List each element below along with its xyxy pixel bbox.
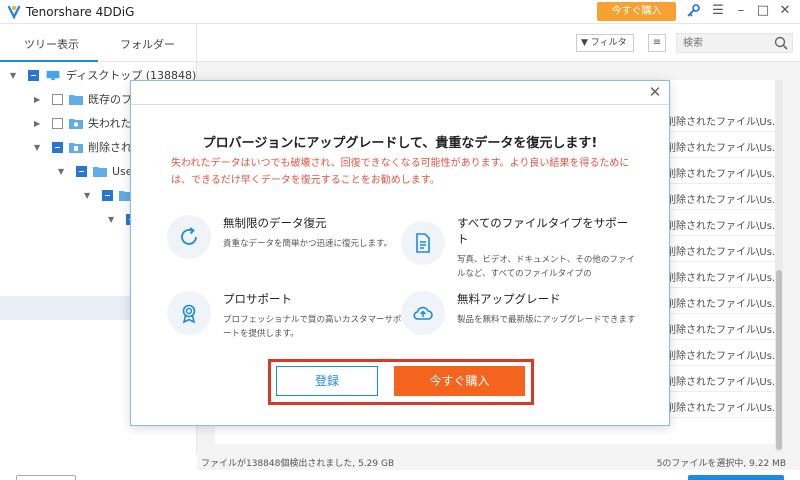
status-found: ファイルが138848個検出されました, 5.29 GB [201, 459, 395, 469]
feature-free-upgrade: 無料アップグレード 製品を無料で最新版にアップグレードできます [401, 291, 636, 351]
search-icon[interactable] [774, 36, 788, 50]
dialog-warning: 失われたデータはいつでも破壊され、回復できなくなる可能性があります。より良い結果… [171, 158, 630, 186]
feature-title: 無料アップグレード [457, 292, 561, 306]
filter-button[interactable]: ▼ フィルタ [576, 34, 634, 52]
search-box [676, 33, 793, 53]
app-logo-icon [7, 5, 21, 20]
refresh-icon [181, 227, 197, 245]
upgrade-dialog: ✕ プロバージョンにアップグレードして、貴重なデータを復元します! 失われたデー… [130, 80, 670, 426]
status-bar: ファイルが138848個検出されました, 5.29 GB 5のファイルを選択中,… [197, 454, 800, 470]
feature-all-file-types: すべてのファイルタイプをサポート 写真、ビデオ、ドキュメント、その他のファイルな… [401, 215, 635, 279]
feature-unlimited-recovery: 無制限のデータ復元 貴重なデータを簡単かつ迅速に復元します。 [167, 215, 397, 275]
register-button[interactable]: 登録 [276, 366, 378, 396]
list-view-icon[interactable]: ≡ [648, 34, 666, 52]
search-input[interactable] [677, 34, 767, 52]
tab-folder[interactable]: フォルダー [120, 36, 175, 52]
feature-title: プロサポート [223, 292, 292, 306]
dialog-title: プロバージョンにアップグレードして、貴重なデータを復元します! [202, 136, 598, 151]
maximize-icon[interactable]: □ [755, 3, 771, 19]
cloud-upload-icon [413, 306, 433, 320]
feature-desc: プロフェッショナルで質の高いカスタマーサポートを提供します。 [223, 315, 402, 339]
title-bar: Tenorshare 4DDiG 今すぐ購入 ☰ – □ ✕ [0, 0, 800, 24]
filter-icon: ▼ [581, 38, 588, 48]
buy-now-top-button[interactable]: 今すぐ購入 [597, 2, 676, 21]
close-window-icon[interactable]: ✕ [777, 3, 793, 19]
close-icon[interactable]: ✕ [647, 84, 663, 100]
menu-icon[interactable]: ☰ [710, 3, 726, 19]
feature-desc: 製品を無料で最新版にアップグレードできます [457, 315, 636, 325]
bottom-bar [0, 470, 800, 480]
toolbar: ツリー表示 フォルダー ▼ フィルタ ≡ [0, 24, 800, 62]
feature-title: すべてのファイルタイプをサポート [457, 216, 629, 246]
feature-desc: 写真、ビデオ、ドキュメント、その他のファイルなど、すべてのファイルタイプの [457, 255, 635, 279]
feature-icon-circle [167, 291, 211, 335]
filter-label: フィルタ [590, 38, 627, 48]
feature-icon-circle [401, 221, 445, 265]
status-selected: 5のファイルを選択中, 9.22 MB [656, 459, 786, 469]
feature-icon-circle [167, 215, 211, 259]
dialog-header: ✕ [131, 81, 669, 105]
minimize-icon[interactable]: – [733, 3, 749, 19]
feature-title: 無制限のデータ復元 [223, 216, 327, 230]
tab-tree-view[interactable]: ツリー表示 [24, 36, 79, 52]
feature-icon-circle [401, 291, 445, 335]
buy-now-button[interactable]: 今すぐ購入 [394, 366, 525, 396]
bottom-left-button[interactable] [16, 475, 76, 480]
award-icon [182, 304, 196, 324]
divider [196, 24, 197, 62]
feature-pro-support: プロサポート プロフェッショナルで質の高いカスタマーサポートを提供します。 [167, 291, 401, 351]
key-icon[interactable] [685, 3, 701, 19]
app-title: Tenorshare 4DDiG [26, 5, 135, 19]
feature-desc: 貴重なデータを簡単かつ迅速に復元します。 [223, 239, 393, 249]
document-icon [416, 233, 430, 253]
recover-button[interactable] [688, 475, 784, 480]
